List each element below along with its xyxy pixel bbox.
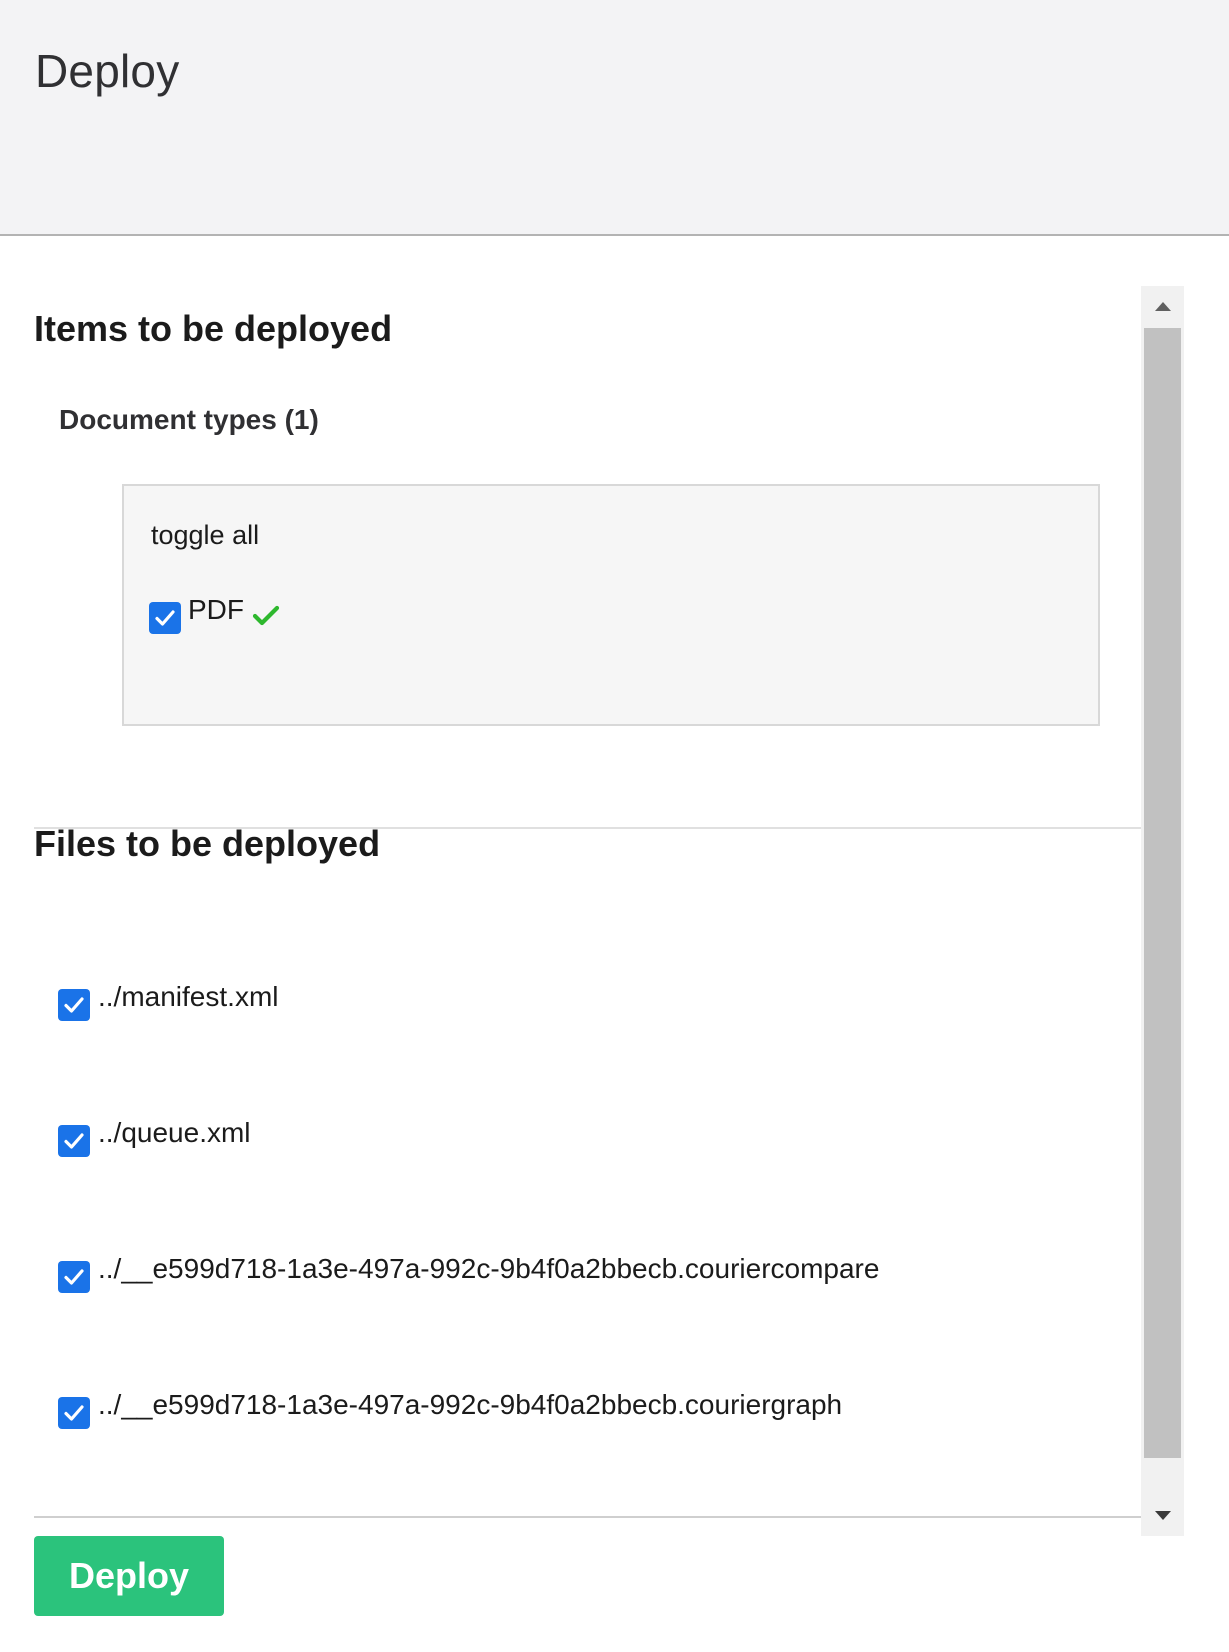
- document-types-panel: toggle all PDF: [122, 484, 1100, 726]
- document-types-title: Document types (1): [59, 404, 319, 435]
- file-checkbox-couriergraph[interactable]: [58, 1397, 90, 1429]
- checkmark-icon: [64, 1133, 84, 1149]
- file-checkbox-manifest[interactable]: [58, 989, 90, 1021]
- checkmark-icon: [64, 997, 84, 1013]
- files-section-title: Files to be deployed: [34, 823, 381, 864]
- file-checkbox-queue[interactable]: [58, 1125, 90, 1157]
- scroll-up-arrow-icon[interactable]: [1141, 286, 1184, 326]
- checkmark-icon: [155, 610, 175, 626]
- pdf-checkbox[interactable]: [149, 602, 181, 634]
- deploy-content[interactable]: Items to be deployed Document types (1) …: [0, 236, 1229, 1652]
- checkmark-icon: [64, 1405, 84, 1421]
- checkmark-icon: [64, 1269, 84, 1285]
- dialog-header: Deploy: [0, 0, 1229, 236]
- file-label: ../__e599d718-1a3e-497a-992c-9b4f0a2bbec…: [98, 1253, 880, 1284]
- scrollbar[interactable]: [1141, 286, 1184, 1536]
- footer-divider: [34, 1516, 1141, 1518]
- file-checkbox-couriercompare[interactable]: [58, 1261, 90, 1293]
- page-title: Deploy: [35, 45, 180, 97]
- toggle-all-link[interactable]: toggle all: [151, 520, 259, 551]
- items-section-title: Items to be deployed: [34, 308, 393, 349]
- file-label: ../__e599d718-1a3e-497a-992c-9b4f0a2bbec…: [98, 1389, 843, 1420]
- scrollbar-thumb[interactable]: [1144, 328, 1181, 1458]
- deploy-button[interactable]: Deploy: [34, 1536, 224, 1616]
- file-label: ../queue.xml: [98, 1117, 251, 1148]
- pdf-label: PDF: [188, 594, 244, 625]
- green-check-icon: [252, 605, 280, 626]
- scroll-down-arrow-icon[interactable]: [1141, 1496, 1184, 1536]
- file-label: ../manifest.xml: [98, 981, 279, 1012]
